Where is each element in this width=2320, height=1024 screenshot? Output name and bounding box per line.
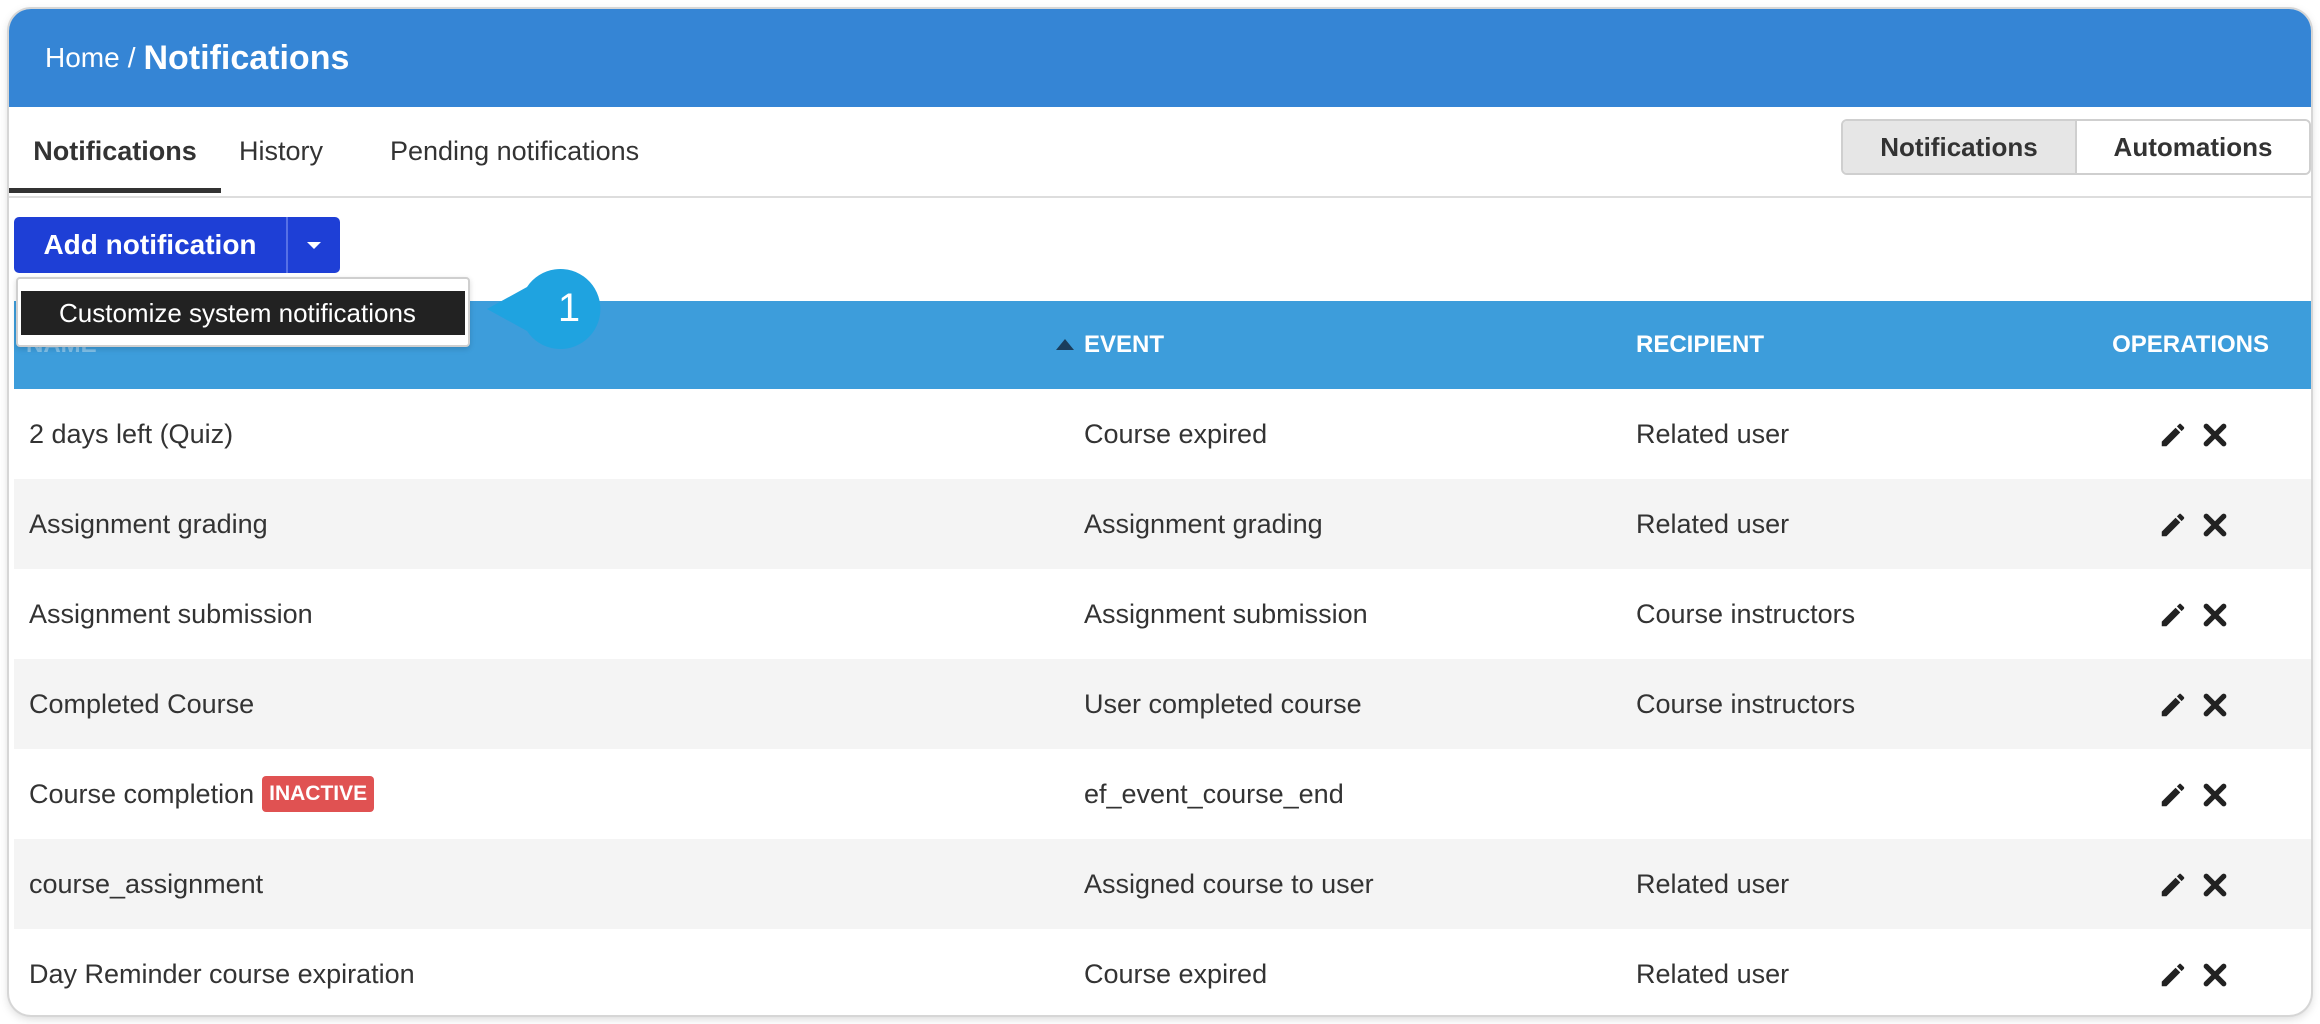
pencil-icon[interactable]	[2158, 690, 2188, 720]
close-icon[interactable]	[2200, 420, 2230, 450]
row-operations	[2158, 780, 2230, 810]
close-icon[interactable]	[2200, 600, 2230, 630]
table-row: Day Reminder course expiration Course ex…	[14, 929, 2311, 1015]
toggle-automations-button[interactable]: Automations	[2077, 121, 2309, 173]
row-event: Assigned course to user	[1084, 869, 1374, 899]
notifications-table-body: 2 days left (Quiz) Course expired Relate…	[14, 389, 2311, 1015]
row-recipient: Related user	[1636, 509, 1790, 539]
breadcrumb-home[interactable]: Home	[45, 42, 120, 74]
table-row: Assignment submission Assignment submiss…	[14, 569, 2311, 659]
row-name: Completed Course	[29, 689, 255, 719]
close-icon[interactable]	[2200, 690, 2230, 720]
pencil-icon[interactable]	[2158, 960, 2188, 990]
row-event: Course expired	[1084, 419, 1268, 449]
row-name: 2 days left (Quiz)	[29, 419, 234, 449]
table-row: Completed Course User completed course C…	[14, 659, 2311, 749]
row-recipient: Related user	[1636, 419, 1790, 449]
row-recipient: Related user	[1636, 959, 1790, 989]
row-recipient: Related user	[1636, 869, 1790, 899]
row-operations	[2158, 960, 2230, 990]
close-icon[interactable]	[2200, 870, 2230, 900]
table-row: Assignment grading Assignment grading Re…	[14, 479, 2311, 569]
row-operations	[2158, 510, 2230, 540]
row-name-cell: Course completion INACTIVE	[29, 749, 375, 839]
callout-number: 1	[558, 286, 580, 330]
pencil-icon[interactable]	[2158, 510, 2188, 540]
row-event: Assignment grading	[1084, 509, 1323, 539]
pencil-icon[interactable]	[2158, 780, 2188, 810]
row-operations	[2158, 600, 2230, 630]
notifications-panel: Home / Notifications Notifications Histo…	[9, 9, 2311, 1015]
tab-pending-notifications[interactable]: Pending notifications	[390, 107, 639, 196]
tab-history[interactable]: History	[239, 107, 323, 196]
column-header-recipient[interactable]: RECIPIENT	[1636, 301, 1764, 389]
table-row: Course completion INACTIVE ef_event_cours…	[14, 749, 2311, 839]
page-header: Home / Notifications	[9, 9, 2311, 107]
row-event: Assignment submission	[1084, 599, 1368, 629]
breadcrumb-separator: /	[127, 42, 136, 73]
menu-item-customize-system-notifications[interactable]: Customize system notifications	[21, 291, 465, 335]
tab-bar: Notifications History Pending notificati…	[9, 107, 2311, 198]
caret-down-icon	[307, 241, 321, 249]
table-row: 2 days left (Quiz) Course expired Relate…	[14, 389, 2311, 479]
add-notification-dropdown-menu: Customize system notifications	[16, 277, 470, 347]
close-icon[interactable]	[2200, 960, 2230, 990]
row-name: Assignment grading	[29, 509, 268, 539]
toggle-notifications-button[interactable]: Notifications	[1843, 121, 2077, 173]
close-icon[interactable]	[2200, 510, 2230, 540]
pencil-icon[interactable]	[2158, 600, 2188, 630]
view-toggle: Notifications Automations	[1841, 119, 2311, 175]
tab-notifications[interactable]: Notifications	[9, 107, 221, 193]
close-icon[interactable]	[2200, 780, 2230, 810]
row-operations	[2158, 420, 2230, 450]
page-title: Notifications	[143, 38, 350, 77]
row-event: User completed course	[1084, 689, 1362, 719]
row-event: ef_event_course_end	[1084, 779, 1344, 809]
column-header-event[interactable]: EVENT	[1084, 301, 1164, 389]
row-operations	[2158, 690, 2230, 720]
add-notification-split-button: Add notification	[14, 217, 340, 273]
status-badge: INACTIVE	[262, 775, 375, 812]
pencil-icon[interactable]	[2158, 870, 2188, 900]
row-name: Assignment submission	[29, 599, 313, 629]
row-name: Day Reminder course expiration	[29, 959, 415, 989]
sort-asc-icon[interactable]	[1056, 339, 1074, 350]
add-notification-button[interactable]: Add notification	[14, 217, 286, 273]
table-row: course_assignment Assigned course to use…	[14, 839, 2311, 929]
step-callout-marker: 1	[487, 269, 601, 349]
row-operations	[2158, 870, 2230, 900]
pencil-icon[interactable]	[2158, 420, 2188, 450]
row-name: course_assignment	[29, 869, 264, 899]
row-event: Course expired	[1084, 959, 1268, 989]
column-header-operations: OPERATIONS	[2112, 331, 2269, 358]
add-notification-dropdown-toggle[interactable]	[286, 217, 340, 273]
row-name: Course completion	[29, 779, 255, 809]
row-recipient: Course instructors	[1636, 689, 1856, 719]
row-recipient: Course instructors	[1636, 599, 1856, 629]
